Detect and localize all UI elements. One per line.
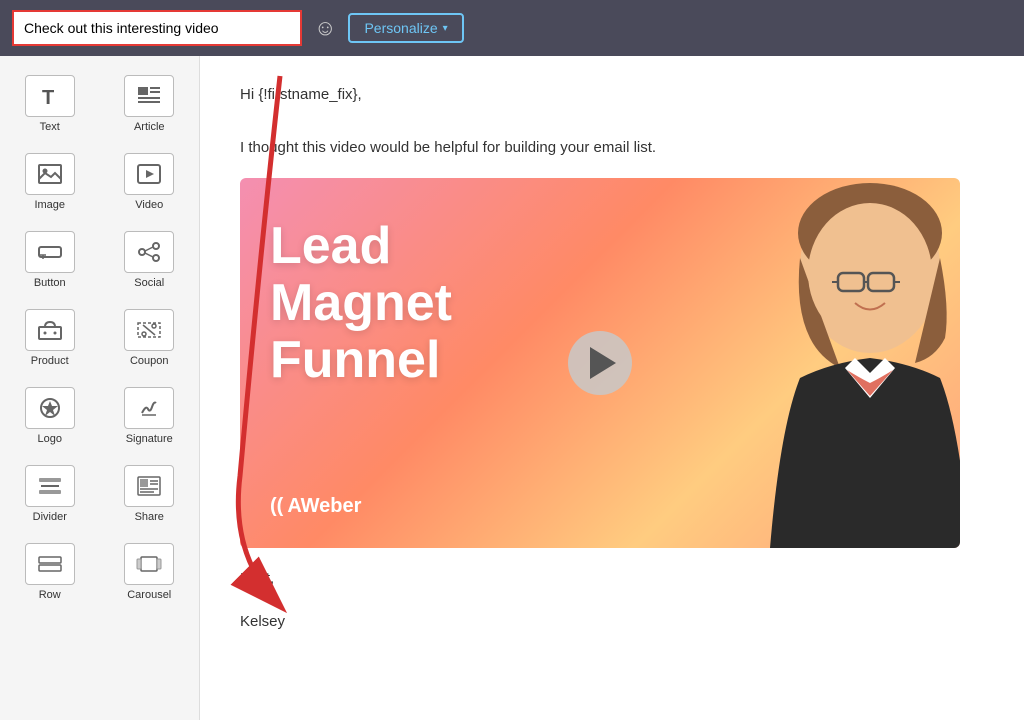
divider-icon: [25, 465, 75, 507]
share-icon: [124, 465, 174, 507]
aweber-logo: ((AWeber: [270, 495, 361, 518]
text-icon: T: [25, 75, 75, 117]
sidebar-item-carousel[interactable]: Carousel: [100, 532, 200, 610]
main-layout: T Text Article: [0, 56, 1024, 720]
email-content: Hi {!firstname_fix}, I thought this vide…: [200, 56, 1024, 720]
sidebar-item-signature[interactable]: Signature: [100, 376, 200, 454]
sidebar-item-button[interactable]: Button: [0, 220, 100, 298]
image-icon: [25, 153, 75, 195]
sidebar-item-product[interactable]: Product: [0, 298, 100, 376]
video-thumbnail[interactable]: Lead Magnet Funnel ((AWeber: [240, 178, 960, 548]
sidebar-item-social[interactable]: Social: [100, 220, 200, 298]
sidebar-item-coupon[interactable]: Coupon: [100, 298, 200, 376]
carousel-icon: [124, 543, 174, 585]
sidebar-item-logo[interactable]: Logo: [0, 376, 100, 454]
sidebar-item-row[interactable]: Row: [0, 532, 100, 610]
play-button[interactable]: [568, 331, 632, 395]
personalize-button[interactable]: Personalize ▾: [348, 13, 463, 43]
product-icon: [25, 309, 75, 351]
sidebar-item-divider[interactable]: Divider: [0, 454, 100, 532]
svg-text:T: T: [42, 87, 54, 108]
email-closing: Best,: [240, 570, 984, 587]
person-silhouette: [640, 178, 960, 548]
logo-icon: [25, 387, 75, 429]
video-icon: [124, 153, 174, 195]
sidebar: T Text Article: [0, 56, 200, 720]
sidebar-item-image[interactable]: Image: [0, 142, 100, 220]
article-icon: [124, 75, 174, 117]
signature-icon: [124, 387, 174, 429]
coupon-icon: [124, 309, 174, 351]
social-icon: [124, 231, 174, 273]
row-icon: [25, 543, 75, 585]
sidebar-item-text[interactable]: T Text: [0, 64, 100, 142]
topbar: ☺ Personalize ▾: [0, 0, 1024, 56]
video-title: Lead Magnet Funnel: [270, 218, 452, 390]
email-signature: Kelsey: [240, 613, 984, 630]
subject-input[interactable]: [12, 10, 302, 46]
sidebar-item-video[interactable]: Video: [100, 142, 200, 220]
sidebar-item-article[interactable]: Article: [100, 64, 200, 142]
sidebar-grid: T Text Article: [0, 64, 199, 610]
email-body: I thought this video would be helpful fo…: [240, 139, 984, 156]
emoji-button[interactable]: ☺: [314, 15, 336, 41]
sidebar-item-share[interactable]: Share: [100, 454, 200, 532]
chevron-down-icon: ▾: [443, 23, 448, 34]
button-icon: [25, 231, 75, 273]
email-greeting: Hi {!firstname_fix},: [240, 86, 984, 103]
